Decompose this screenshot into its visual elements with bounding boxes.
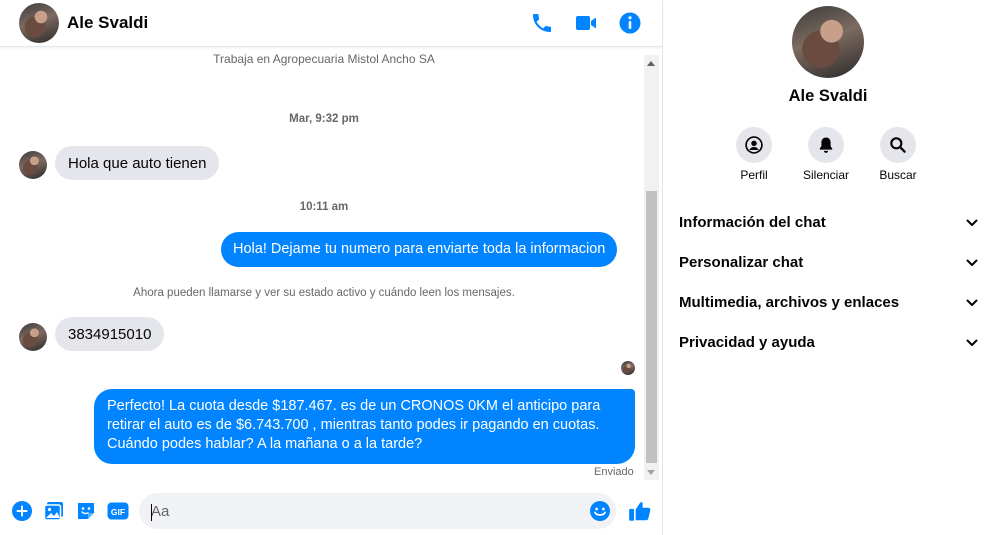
- conversation-details-panel: Ale Svaldi Perfil Silenciar Buscar Infor…: [663, 0, 987, 535]
- message-line: retirar el auto es de $6.743.700 , mient…: [107, 417, 600, 433]
- section-customize-chat[interactable]: Personalizar chat: [679, 242, 979, 282]
- video-call-icon[interactable]: [574, 11, 598, 35]
- bell-icon: [819, 137, 833, 153]
- section-chat-info[interactable]: Información del chat: [679, 202, 979, 242]
- search-button[interactable]: Buscar: [868, 127, 928, 182]
- mute-button[interactable]: Silenciar: [796, 127, 856, 182]
- chat-column: Ale Svaldi Trabaja en Agropecuaria Misto…: [0, 0, 663, 535]
- profile-avatar[interactable]: [792, 6, 864, 78]
- mute-label: Silenciar: [802, 168, 850, 182]
- profile-icon: [745, 136, 763, 154]
- profile-label: Perfil: [740, 168, 768, 182]
- gif-label: GIF: [111, 507, 125, 517]
- message-scrollbar[interactable]: [644, 55, 659, 480]
- composer: GIF: [0, 485, 662, 535]
- phone-call-icon[interactable]: [530, 11, 554, 35]
- image-icon[interactable]: [42, 499, 66, 523]
- gif-icon[interactable]: GIF: [106, 499, 130, 523]
- scroll-up-arrow-icon[interactable]: [647, 61, 655, 66]
- text-cursor: [151, 504, 152, 521]
- plus-circle-icon[interactable]: [10, 499, 34, 523]
- message-input[interactable]: [139, 493, 616, 529]
- message-line: Perfecto! La cuota desde $187.467. es de…: [107, 398, 601, 414]
- sticker-icon[interactable]: [74, 499, 98, 523]
- sender-avatar[interactable]: [19, 151, 47, 179]
- mute-button-circle: [808, 127, 844, 163]
- thumbs-up-icon[interactable]: [627, 498, 653, 524]
- timestamp: 10:11 am: [299, 201, 349, 213]
- chevron-down-icon: [966, 299, 978, 306]
- section-label: Privacidad y ayuda: [679, 334, 815, 351]
- outgoing-message[interactable]: Hola! Dejame tu numero para enviarte tod…: [221, 232, 618, 267]
- outgoing-message[interactable]: Perfecto! La cuota desde $187.467. es de…: [94, 389, 635, 464]
- incoming-message[interactable]: Hola que auto tienen: [55, 146, 220, 180]
- profile-button[interactable]: Perfil: [724, 127, 784, 182]
- chevron-down-icon: [966, 339, 978, 346]
- message-list: Trabaja en Agropecuaria Mistol Ancho SA …: [5, 48, 643, 485]
- emoji-icon[interactable]: [588, 499, 612, 523]
- profile-button-circle: [736, 127, 772, 163]
- section-label: Información del chat: [679, 214, 826, 231]
- call-notice: Ahora pueden llamarse y ver su estado ac…: [133, 287, 515, 299]
- message-line: Cuándo podes hablar? A la mañana o a la …: [107, 436, 423, 452]
- contact-avatar[interactable]: [19, 3, 59, 43]
- search-icon: [890, 137, 906, 153]
- incoming-message[interactable]: 3834915010: [55, 317, 165, 351]
- section-privacy-help[interactable]: Privacidad y ayuda: [679, 322, 979, 362]
- section-label: Personalizar chat: [679, 254, 804, 271]
- section-media-files-links[interactable]: Multimedia, archivos y enlaces: [679, 282, 979, 322]
- chevron-down-icon: [966, 259, 978, 266]
- info-icon[interactable]: [618, 11, 642, 35]
- profile-name: Ale Svaldi: [788, 87, 868, 105]
- scroll-down-arrow-icon[interactable]: [647, 470, 655, 475]
- seen-indicator-avatar: [621, 361, 635, 375]
- chat-header: Ale Svaldi: [0, 0, 662, 47]
- timestamp: Mar, 9:32 pm: [289, 113, 359, 125]
- search-button-circle: [880, 127, 916, 163]
- sender-avatar[interactable]: [19, 323, 47, 351]
- search-label: Buscar: [879, 168, 917, 182]
- chevron-down-icon: [966, 219, 978, 226]
- scroll-thumb[interactable]: [646, 191, 657, 463]
- work-info-text: Trabaja en Agropecuaria Mistol Ancho SA: [213, 52, 435, 66]
- messenger-window: Ale Svaldi Trabaja en Agropecuaria Misto…: [0, 0, 987, 535]
- sent-status: Enviado: [594, 466, 634, 478]
- section-label: Multimedia, archivos y enlaces: [679, 294, 900, 311]
- contact-name[interactable]: Ale Svaldi: [67, 13, 148, 33]
